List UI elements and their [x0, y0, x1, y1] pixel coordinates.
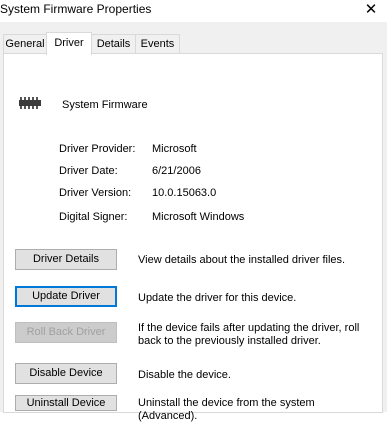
uninstall-device-description: Uninstall the device from the system (Ad…	[138, 397, 315, 422]
uninstall-device-button[interactable]: Uninstall Device	[15, 395, 117, 411]
disable-device-description: Disable the device.	[138, 369, 231, 381]
driver-date-label: Driver Date:	[59, 165, 118, 177]
driver-details-button[interactable]: Driver Details	[15, 249, 117, 270]
chip-icon	[19, 97, 41, 109]
disable-device-button[interactable]: Disable Device	[15, 363, 117, 384]
driver-provider-label: Driver Provider:	[59, 143, 136, 155]
dialog-body: General Driver Details Events System Fir…	[0, 22, 387, 422]
device-name: System Firmware	[62, 99, 148, 111]
tab-general[interactable]: General	[3, 34, 47, 54]
title-bar: System Firmware Properties ✕	[0, 0, 387, 22]
tab-driver[interactable]: Driver	[46, 32, 92, 55]
digital-signer-value: Microsoft Windows	[152, 211, 245, 223]
driver-version-value: 10.0.15063.0	[152, 187, 217, 199]
driver-provider-value: Microsoft	[152, 143, 197, 155]
tab-events[interactable]: Events	[135, 34, 180, 54]
window-title: System Firmware Properties	[0, 2, 152, 16]
update-driver-description: Update the driver for this device.	[138, 292, 297, 304]
driver-date-value: 6/21/2006	[152, 165, 201, 177]
driver-version-label: Driver Version:	[59, 187, 132, 199]
tab-strip: General Driver Details Events	[0, 32, 387, 55]
digital-signer-label: Digital Signer:	[59, 211, 128, 223]
roll-back-driver-button[interactable]: Roll Back Driver	[15, 322, 117, 343]
roll-back-driver-description: If the device fails after updating the d…	[138, 322, 360, 347]
tab-details[interactable]: Details	[91, 34, 136, 54]
driver-tab-panel: System Firmware Driver Provider: Microso…	[3, 53, 383, 422]
update-driver-button[interactable]: Update Driver	[15, 286, 117, 307]
close-icon[interactable]: ✕	[360, 1, 382, 19]
driver-details-description: View details about the installed driver …	[138, 254, 346, 266]
